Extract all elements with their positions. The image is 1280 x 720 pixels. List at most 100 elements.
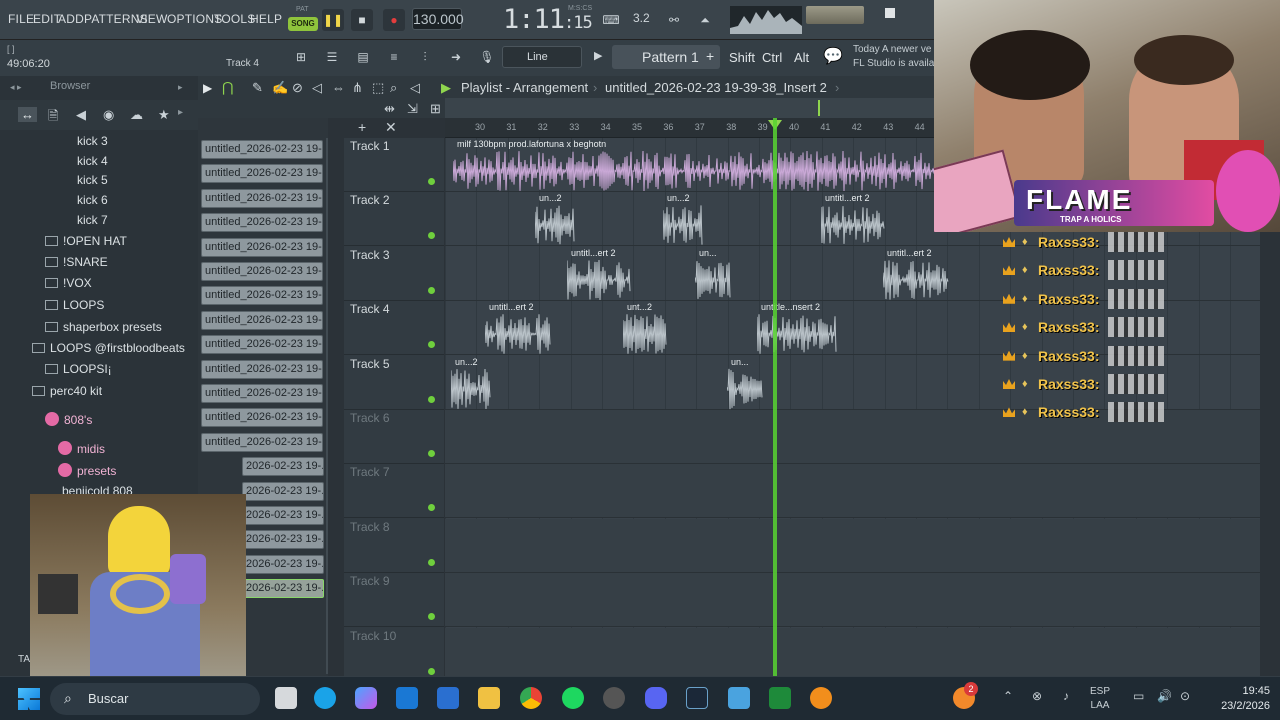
photos-icon[interactable] (728, 687, 750, 709)
menu-view[interactable]: VIEW (136, 12, 167, 26)
clock-area[interactable]: 19:45 23/2/2026 (1221, 684, 1270, 714)
stop-button[interactable]: ■ (351, 9, 373, 31)
audio-clip[interactable]: un...2 (451, 356, 491, 410)
track-enable-dot[interactable] (428, 286, 435, 294)
alt-key[interactable]: Alt (794, 50, 809, 65)
menu-help[interactable]: HELP (250, 12, 282, 26)
edge-icon[interactable] (314, 687, 336, 709)
slice-icon[interactable]: ⋔ (352, 80, 363, 96)
browser-item[interactable]: midis (58, 441, 105, 456)
playlist-play-icon[interactable]: ▶ (203, 81, 212, 95)
zoom-icon[interactable]: ⌕ (390, 80, 397, 96)
browser-item[interactable]: !OPEN HAT (45, 234, 127, 248)
metronome-icon[interactable]: ⏶ (694, 9, 716, 31)
shift-key[interactable]: Shift (729, 50, 755, 65)
audio-clip[interactable]: untitl...ert 2 (821, 192, 885, 246)
magnet-icon[interactable]: ⋂ (222, 79, 233, 96)
browser-all-icon[interactable]: ↔ (18, 107, 37, 122)
ctrl-key[interactable]: Ctrl (762, 50, 782, 65)
menu-file[interactable]: FILE (8, 12, 34, 26)
menu-edit[interactable]: EDIT (33, 12, 61, 26)
track-lane[interactable] (445, 518, 1260, 573)
clip-source-item[interactable]: untitled_2026-02-23 19-... (201, 140, 323, 159)
browser-plugin-icon[interactable]: ◉ (103, 107, 114, 123)
slip-icon[interactable]: ⇔ (332, 80, 345, 95)
channel-rack-icon[interactable]: ☰ (321, 46, 343, 68)
audio-clip[interactable]: un...2 (663, 192, 703, 246)
clip-list-scrollbar[interactable] (326, 138, 328, 674)
store-icon[interactable] (396, 687, 418, 709)
track-header[interactable]: Track 6 (344, 410, 444, 464)
clip-source-item[interactable]: untitled_2026-02-23 19-... (201, 262, 323, 281)
browser-item[interactable]: kick 3 (77, 134, 108, 148)
file-explorer-icon[interactable] (478, 687, 500, 709)
task-view-icon[interactable] (275, 687, 297, 709)
window-icon[interactable] (885, 8, 895, 18)
browser-item[interactable]: LOOPSI¡ (45, 362, 112, 376)
volume-icon[interactable]: 🔊 (1157, 689, 1172, 703)
audio-clip[interactable]: un...2 (535, 192, 575, 246)
clip-source-item[interactable]: untitled_2026-02-23 19-... (201, 188, 323, 208)
select-icon[interactable]: ⬚ (372, 80, 384, 96)
microphone-tray-icon[interactable]: ♪ (1063, 689, 1069, 703)
clip-source-item[interactable]: untitled_2026-02-23 19-... (201, 359, 323, 379)
track-enable-dot[interactable] (428, 395, 435, 403)
language-indicator[interactable]: ESP LAA (1090, 685, 1110, 713)
playlist-scrollbar[interactable] (445, 98, 935, 118)
track-header[interactable]: Track 9 (344, 573, 444, 628)
browser-item[interactable]: LOOPS @firstbloodbeats (32, 341, 185, 355)
playlist-icon[interactable]: ⊞ (290, 46, 312, 68)
track-enable-dot[interactable] (428, 450, 435, 457)
arrow-right-icon[interactable]: ➜ (445, 46, 467, 68)
browser-item[interactable]: 808's (45, 412, 92, 427)
delete-icon[interactable]: ⊘ (292, 80, 303, 96)
news-icon[interactable]: 💬 (823, 46, 843, 66)
browser-item[interactable]: kick 4 (77, 154, 108, 168)
clip-source-item[interactable]: untitled_2026-02-23 19-... (201, 237, 323, 257)
tray-chevron-icon[interactable]: ⌃ (1003, 689, 1013, 703)
mixer-icon[interactable]: ≡ (383, 46, 405, 68)
browser-item[interactable]: presets (58, 463, 116, 478)
track-enable-dot[interactable] (428, 178, 435, 185)
pencil-icon[interactable]: ✎ (252, 80, 263, 96)
track-header[interactable]: Track 10 (344, 628, 444, 682)
plugin-icon[interactable]: ⫶ (414, 46, 436, 68)
browser-cloud-icon[interactable]: ☁ (130, 107, 143, 123)
track-enable-dot[interactable] (428, 558, 435, 566)
playlist-play-small-icon[interactable]: ▶ (441, 80, 451, 96)
track-lane[interactable] (445, 627, 1260, 678)
display-icon[interactable]: ▭ (1133, 689, 1144, 703)
xbox-icon[interactable] (769, 687, 791, 709)
clip-source-item[interactable]: untitled_2026-02-23 19-... (201, 384, 323, 403)
clip-source-item[interactable]: 2026-02-23 19-... (242, 554, 324, 574)
track-header[interactable]: Track 7 (344, 464, 444, 519)
track-header[interactable]: Track 8 (344, 519, 444, 573)
audio-clip[interactable]: untitl...ert 2 (485, 301, 551, 355)
track-header[interactable]: Track 1 (344, 138, 444, 192)
track-header[interactable]: Track 3 (344, 247, 444, 301)
browser-more-icon[interactable]: ▸ (178, 107, 183, 118)
add-track-icon[interactable]: + (358, 119, 366, 135)
audio-clip[interactable]: untitle...nsert 2 (757, 301, 837, 355)
track-enable-dot[interactable] (428, 341, 435, 349)
track-header[interactable]: Track 5 (344, 356, 444, 410)
playback-icon[interactable]: ◁ (410, 80, 420, 96)
spotify-icon[interactable] (562, 687, 584, 709)
network-icon[interactable]: ⊙ (1180, 689, 1190, 703)
clip-source-item[interactable]: untitled_2026-02-23 19-... (201, 213, 323, 233)
clip-source-item[interactable]: 2026-02-23 19-... (242, 481, 324, 501)
play-small-icon[interactable]: ▶ (594, 49, 602, 62)
track-header[interactable]: Track 2 (344, 192, 444, 247)
outlook-icon[interactable] (437, 687, 459, 709)
browser-menu-icon[interactable]: ▸ (178, 82, 183, 93)
browser-item[interactable]: kick 7 (77, 213, 108, 227)
audio-clip[interactable]: untitl...ert 2 (567, 247, 631, 301)
windows-start-icon[interactable] (18, 688, 40, 710)
browser-item[interactable]: kick 5 (77, 173, 108, 187)
snap-select[interactable]: Line (502, 46, 582, 68)
grid-icon[interactable]: ⊞ (430, 101, 441, 117)
clip-source-item[interactable]: untitled_2026-02-23 19-... (201, 408, 323, 428)
audio-clip[interactable]: untitl...ert 2 (883, 247, 949, 301)
browser-item[interactable]: !SNARE (45, 255, 108, 269)
browser-item[interactable]: LOOPS (45, 298, 104, 312)
